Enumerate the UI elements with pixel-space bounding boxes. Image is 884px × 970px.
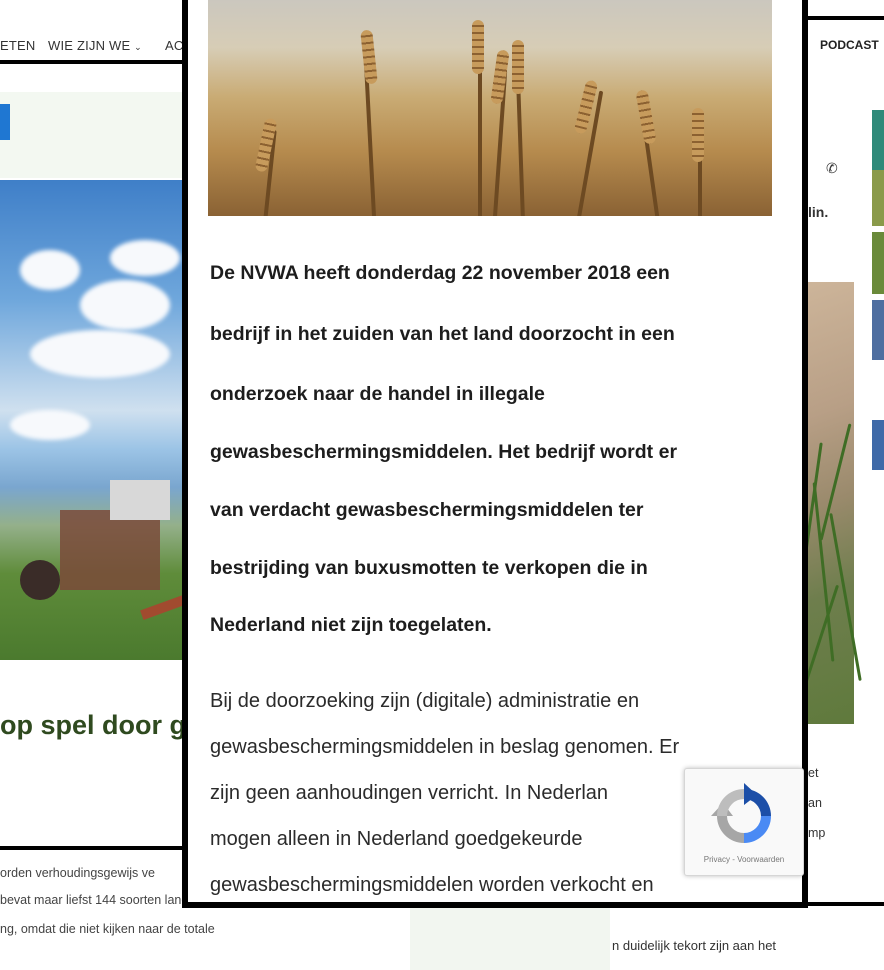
text-fragment: mp: [808, 826, 826, 840]
text-fragment: n duidelijk tekort zijn aan het: [612, 938, 777, 953]
right-edge-decoration: [872, 420, 884, 470]
text-fragment: et: [808, 766, 819, 780]
recaptcha-icon: [711, 783, 771, 843]
right-edge-decoration: [872, 232, 884, 294]
wheat-field-photo: [208, 0, 772, 216]
chevron-down-icon: ⌄: [134, 42, 142, 52]
article-lead-line: De NVWA heeft donderdag 22 november 2018…: [210, 262, 670, 284]
article-body-line: zijn geen aanhoudingen verricht. In Nede…: [210, 782, 609, 804]
background-sidebar-block: [410, 906, 610, 970]
article-lead-line: bedrijf in het zuiden van het land doorz…: [210, 323, 675, 345]
article-lead-line: van verdacht gewasbeschermingsmiddelen t…: [210, 499, 644, 521]
right-edge-decoration: [872, 300, 884, 360]
text-fragment: an: [808, 796, 822, 810]
article-lead-line: bestrijding van buxusmotten te verkopen …: [210, 557, 648, 579]
left-overlay-window: [0, 60, 188, 850]
article-body-line: gewasbeschermingsmiddelen in beslag geno…: [210, 736, 680, 758]
article-body-line: gewasbeschermingsmiddelen worden verkoch…: [210, 874, 654, 896]
nav-item-fragment-2[interactable]: AC: [165, 38, 183, 53]
article-body-line: Bij de doorzoeking zijn (digitale) admin…: [210, 690, 640, 712]
article-body-line: mogen alleen in Nederland goedgekeurde: [210, 828, 583, 850]
right-edge-decoration: [872, 170, 884, 226]
article-lead-line: Nederland niet zijn toegelaten.: [210, 614, 492, 636]
recaptcha-badge[interactable]: Privacy - Voorwaarden: [684, 768, 804, 876]
whatsapp-icon[interactable]: ✆: [826, 160, 838, 177]
background-body-line: orden verhoudingsgewijs ve: [0, 866, 155, 880]
article-lead-line: onderzoek naar de handel in illegale: [210, 383, 545, 405]
nav-item-fragment[interactable]: ETEN: [0, 38, 35, 53]
recaptcha-privacy-link[interactable]: Privacy - Voorwaarden: [685, 855, 803, 864]
background-body-line: ng, omdat die niet kijken naar de totale: [0, 922, 215, 936]
onion-field-photo: [795, 282, 862, 724]
nav-item-about[interactable]: WIE ZIJN WE ⌄: [48, 38, 142, 53]
right-edge-decoration: [872, 110, 884, 170]
text-fragment: lin.: [808, 204, 829, 220]
nav-item-about-label: WIE ZIJN WE: [48, 38, 131, 53]
nav-item-podcast[interactable]: PODCAST: [820, 38, 879, 52]
article-lead-line: gewasbeschermingsmiddelen. Het bedrijf w…: [210, 441, 678, 463]
